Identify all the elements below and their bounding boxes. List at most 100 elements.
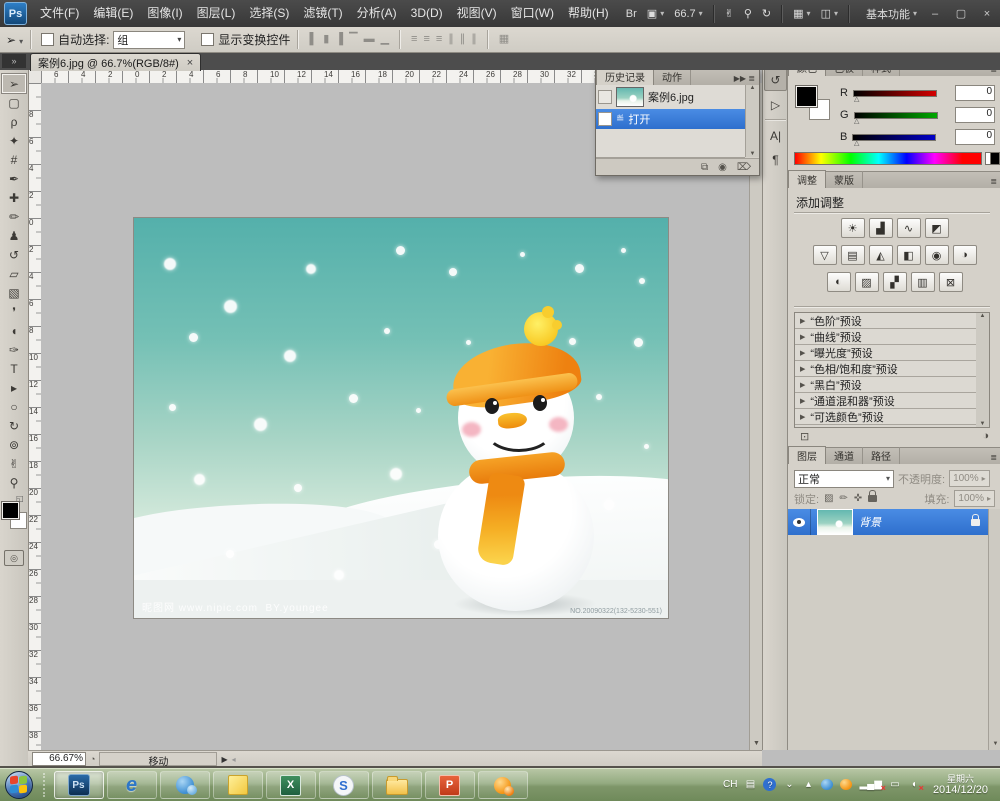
taskbar-notes[interactable] bbox=[213, 771, 263, 799]
eye-icon[interactable] bbox=[793, 518, 805, 527]
preset-row[interactable]: ▶“曝光度”预设 bbox=[795, 345, 977, 361]
tray-chevron-icon[interactable]: ⌄ bbox=[783, 779, 795, 790]
paragraph-panel-icon[interactable]: ¶ bbox=[765, 149, 786, 170]
zoom-tool-button[interactable]: ⚲ bbox=[739, 5, 757, 22]
layer-thumbnail[interactable] bbox=[817, 509, 853, 535]
rotate-view-button[interactable]: ↻ bbox=[757, 5, 776, 22]
menu-item[interactable]: 选择(S) bbox=[242, 0, 296, 27]
preset-row[interactable]: ▶“曲线”预设 bbox=[795, 329, 977, 345]
path-selection-tool[interactable]: ▸ bbox=[2, 378, 26, 397]
tray-keyboard-icon[interactable]: ▤ bbox=[744, 779, 756, 790]
tray-network-icon[interactable]: ▂▄▆× bbox=[859, 779, 881, 790]
tab-actions[interactable]: 动作 bbox=[654, 68, 691, 85]
posterize-icon[interactable]: ▨ bbox=[855, 272, 879, 292]
distribute-h-center-icon[interactable]: ∥ bbox=[460, 33, 466, 45]
preset-row[interactable]: ▶“可选颜色”预设 bbox=[795, 409, 977, 425]
b-slider[interactable] bbox=[852, 134, 936, 141]
foreground-color-swatch[interactable] bbox=[796, 86, 817, 107]
photo-filter-icon[interactable]: ◉ bbox=[925, 245, 949, 265]
menu-item[interactable]: 分析(A) bbox=[350, 0, 404, 27]
clone-stamp-tool[interactable]: ♟ bbox=[2, 226, 26, 245]
tab-paths[interactable]: 路径 bbox=[863, 447, 900, 464]
spectrum-black-swatch[interactable] bbox=[990, 152, 1000, 165]
gradient-tool[interactable]: ▧ bbox=[2, 283, 26, 302]
quick-selection-tool[interactable]: ✦ bbox=[2, 131, 26, 150]
align-v-center-icon[interactable]: ▬ bbox=[364, 33, 375, 45]
distribute-left-icon[interactable]: ∥ bbox=[448, 33, 454, 45]
tray-help-icon[interactable]: ? bbox=[763, 778, 776, 791]
orbit-3d-tool[interactable]: ⊚ bbox=[2, 435, 26, 454]
background-layer-row[interactable]: 背景 bbox=[788, 509, 988, 535]
tray-qq-icon[interactable] bbox=[840, 779, 852, 790]
restore-button[interactable]: ▢ bbox=[948, 7, 974, 20]
scroll-up-icon[interactable]: ▲ bbox=[746, 85, 759, 91]
brush-tool[interactable]: ✏ bbox=[2, 207, 26, 226]
preset-row[interactable]: ▶“黑白”预设 bbox=[795, 377, 977, 393]
shape-tool[interactable]: ○ bbox=[2, 397, 26, 416]
taskbar-messenger[interactable] bbox=[160, 771, 210, 799]
tray-clock[interactable]: 星期六 2014/12/20 bbox=[927, 774, 994, 797]
menu-item[interactable]: 帮助(H) bbox=[561, 0, 616, 27]
lock-transparency-icon[interactable]: ▨ bbox=[824, 493, 833, 504]
menu-item[interactable]: 滤镜(T) bbox=[296, 0, 349, 27]
distribute-right-icon[interactable]: ∥ bbox=[471, 33, 477, 45]
taskbar-sogou[interactable]: S bbox=[319, 771, 369, 799]
vibrance-icon[interactable]: ▽ bbox=[813, 245, 837, 265]
fill-value[interactable]: 100%▸ bbox=[954, 490, 995, 507]
black-white-icon[interactable]: ◧ bbox=[897, 245, 921, 265]
history-brush-tool[interactable]: ↺ bbox=[2, 245, 26, 264]
workspace-switcher[interactable]: 基本功能▾ bbox=[861, 4, 922, 24]
menu-item[interactable]: 图像(I) bbox=[140, 0, 189, 27]
scroll-down-icon[interactable]: ▼ bbox=[746, 151, 759, 157]
curves-icon[interactable]: ∿ bbox=[897, 218, 921, 238]
align-h-center-icon[interactable]: ▮ bbox=[323, 33, 329, 45]
tray-messenger-icon[interactable] bbox=[821, 779, 833, 790]
artwork-snowman-image[interactable]: 昵图网 www.nipic.com BY.youngee NO.20090322… bbox=[133, 217, 669, 619]
tray-display-icon[interactable]: ▭ bbox=[889, 779, 901, 790]
rotate-3d-tool[interactable]: ↻ bbox=[2, 416, 26, 435]
align-right-icon[interactable]: ▐ bbox=[335, 33, 343, 45]
menu-item[interactable]: 文件(F) bbox=[33, 0, 86, 27]
character-panel-icon[interactable]: A| bbox=[765, 125, 786, 146]
slider-thumb-icon[interactable]: △ bbox=[854, 139, 859, 147]
clip-to-layer-icon[interactable]: ◑ bbox=[982, 430, 989, 442]
preset-row[interactable]: ▶“通道混和器”预设 bbox=[795, 393, 977, 409]
r-value-field[interactable]: 0 bbox=[955, 85, 995, 101]
layers-scrollbar[interactable]: ▼ bbox=[988, 509, 1000, 750]
brightness-contrast-icon[interactable]: ☀ bbox=[841, 218, 865, 238]
g-slider[interactable] bbox=[854, 112, 938, 119]
invert-icon[interactable]: ◐ bbox=[827, 272, 851, 292]
eraser-tool[interactable]: ▱ bbox=[2, 264, 26, 283]
taskbar-excel[interactable]: X bbox=[266, 771, 316, 799]
tab-masks[interactable]: 蒙版 bbox=[826, 171, 863, 188]
panel-menu-icon[interactable]: ≣ bbox=[986, 177, 1000, 188]
hue-saturation-icon[interactable]: ▤ bbox=[841, 245, 865, 265]
history-panel-icon[interactable]: ↺ bbox=[764, 68, 787, 91]
distribute-v-center-icon[interactable]: ≡ bbox=[423, 33, 429, 45]
preset-row[interactable]: ▶“色阶”预设 bbox=[795, 313, 977, 329]
taskbar-powerpoint[interactable]: P bbox=[425, 771, 475, 799]
delete-state-icon[interactable]: ⌦ bbox=[737, 162, 751, 173]
document-tab[interactable]: 案例6.jpg @ 66.7%(RGB/8#) × bbox=[30, 53, 201, 71]
hand-tool-button[interactable]: ✌ bbox=[720, 5, 739, 22]
foreground-color-swatch[interactable] bbox=[2, 502, 19, 519]
exposure-icon[interactable]: ◩ bbox=[925, 218, 949, 238]
close-button[interactable]: × bbox=[974, 8, 1000, 20]
show-transform-checkbox[interactable] bbox=[201, 33, 214, 46]
snapshot-thumbnail[interactable] bbox=[616, 87, 644, 107]
align-left-icon[interactable]: ▌ bbox=[309, 33, 317, 45]
tray-language[interactable]: CH bbox=[723, 779, 737, 790]
marquee-tool[interactable]: ▢ bbox=[2, 93, 26, 112]
view-extras-button[interactable]: ▣▾ bbox=[642, 5, 669, 22]
new-document-from-state-icon[interactable]: ⧉ bbox=[701, 162, 708, 173]
tray-up-icon[interactable]: ▴ bbox=[802, 779, 814, 790]
opacity-value[interactable]: 100%▸ bbox=[949, 470, 990, 487]
taskbar-ie[interactable]: e bbox=[107, 771, 157, 799]
zoom-level-field[interactable]: 66.67% bbox=[32, 752, 86, 766]
menu-item[interactable]: 窗口(W) bbox=[504, 0, 561, 27]
g-value-field[interactable]: 0 bbox=[955, 107, 995, 123]
color-balance-icon[interactable]: ◭ bbox=[869, 245, 893, 265]
levels-icon[interactable]: ▟ bbox=[869, 218, 893, 238]
quick-mask-button[interactable]: ◎ bbox=[4, 550, 24, 566]
taskbar-explorer[interactable] bbox=[372, 771, 422, 799]
